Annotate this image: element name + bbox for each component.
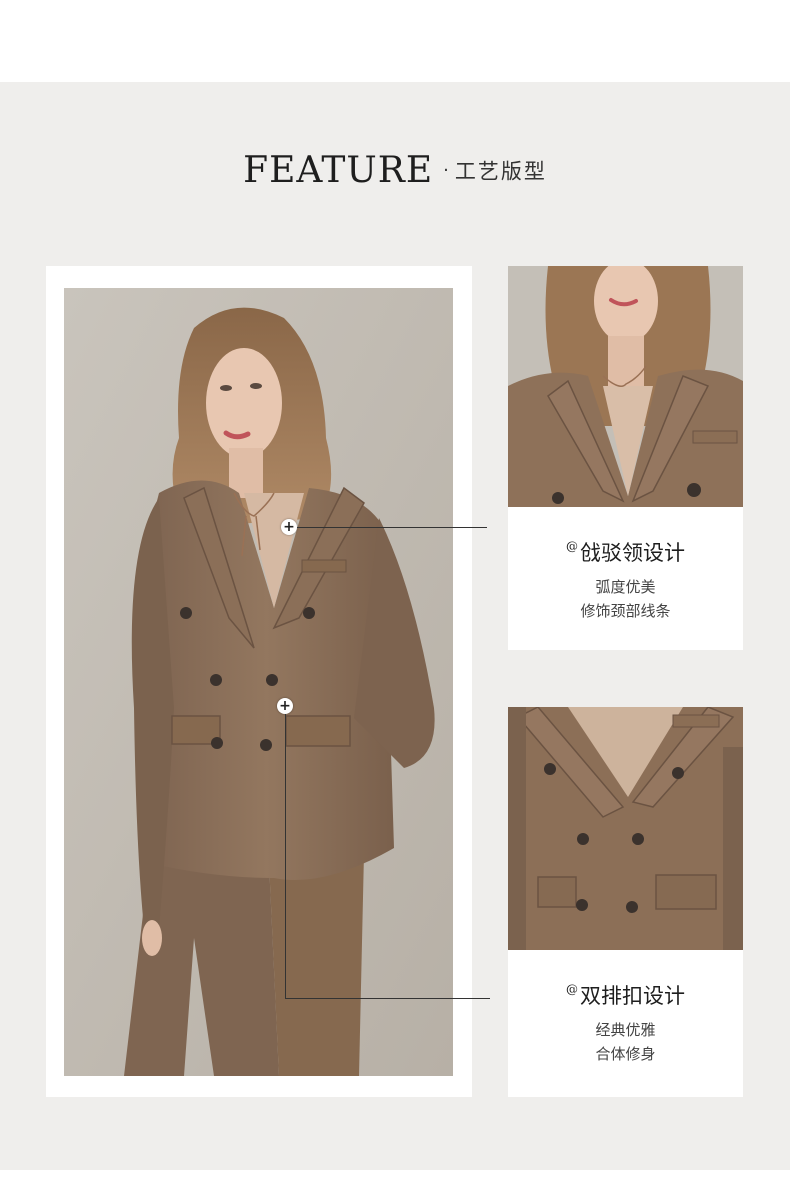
model-photo	[64, 288, 453, 1076]
buttons-caption-desc: 经典优雅 合体修身	[508, 1018, 743, 1066]
buttons-title-text: 双排扣设计	[580, 984, 685, 1008]
leader-line-buttons-horizontal	[285, 998, 490, 999]
lapel-caption-desc: 弧度优美 修饰颈部线条	[508, 575, 743, 623]
heading-chinese: 工艺版型	[454, 159, 547, 184]
lapel-detail-photo	[508, 266, 743, 507]
at-mark: @	[566, 982, 578, 996]
buttons-detail-photo	[508, 707, 743, 950]
heading-separator: ·	[443, 160, 449, 181]
leader-line-lapel	[297, 527, 487, 528]
section-heading: FEATURE · 工艺版型	[0, 150, 790, 191]
lapel-caption-title: @戗驳领设计	[508, 537, 743, 567]
heading-english: FEATURE	[243, 150, 434, 191]
buttons-caption-title: @双排扣设计	[508, 980, 743, 1010]
lapel-desc-line: 修饰颈部线条	[580, 602, 671, 620]
buttons-caption-card: @双排扣设计 经典优雅 合体修身	[508, 950, 743, 1097]
lapel-caption-card: @戗驳领设计 弧度优美 修饰颈部线条	[508, 507, 743, 650]
hotspot-buttons[interactable]: +	[277, 698, 293, 714]
lapel-desc-line: 弧度优美	[595, 578, 656, 596]
lapel-title-text: 戗驳领设计	[580, 541, 685, 565]
buttons-desc-line: 经典优雅	[595, 1021, 656, 1039]
buttons-desc-line: 合体修身	[595, 1045, 656, 1063]
hotspot-lapel[interactable]: +	[281, 519, 297, 535]
at-mark: @	[566, 539, 578, 553]
leader-line-buttons-vertical	[285, 714, 286, 998]
